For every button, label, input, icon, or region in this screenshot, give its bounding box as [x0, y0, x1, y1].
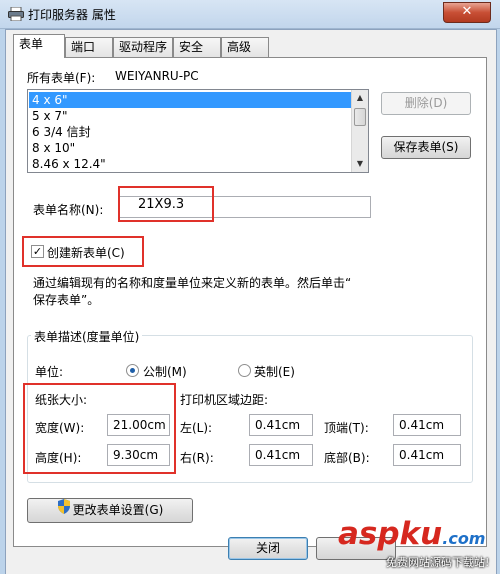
- check-icon: ✓: [32, 245, 43, 258]
- aspku-watermark-logo: aspku.com 免费网站源码下载站!: [338, 516, 490, 569]
- forms-listbox[interactable]: 4 x 6" 5 x 7" 6 3/4 信封 8 x 10" 8.46 x 12…: [27, 89, 369, 173]
- tab-security[interactable]: 安全: [173, 37, 221, 57]
- list-item[interactable]: 5 x 7": [29, 108, 351, 124]
- close-window-button[interactable]: ✕: [443, 2, 491, 23]
- width-label: 宽度(W):: [35, 421, 85, 435]
- top-margin-input[interactable]: 0.41cm: [393, 414, 461, 436]
- uac-shield-icon: [57, 499, 71, 522]
- bottom-margin-input[interactable]: 0.41cm: [393, 444, 461, 466]
- unit-label: 单位:: [35, 365, 64, 379]
- left-margin-label: 左(L):: [180, 421, 213, 435]
- list-item[interactable]: 8 x 10": [29, 140, 351, 156]
- vertical-scrollbar[interactable]: ▲ ▼: [351, 90, 368, 172]
- instruction-text: 通过编辑现有的名称和度量单位来定义新的表单。然后单击“ 保存表单”。: [33, 276, 352, 307]
- bottom-margin-label: 底部(B):: [324, 451, 370, 465]
- tab-advanced[interactable]: 高级: [221, 37, 269, 57]
- scroll-down-arrow-icon[interactable]: ▼: [352, 156, 368, 172]
- group-legend: 表单描述(度量单位): [31, 328, 143, 345]
- form-name-label: 表单名称(N):: [33, 203, 104, 217]
- list-item[interactable]: 8.46 x 12.4": [29, 156, 351, 172]
- close-icon: ✕: [461, 4, 473, 19]
- paper-size-label: 纸张大小:: [35, 393, 88, 407]
- create-new-form-label[interactable]: 创建新表单(C): [47, 244, 125, 261]
- right-margin-label: 右(R):: [180, 451, 214, 465]
- form-name-value: 21X9.3: [138, 197, 185, 212]
- left-margin-input[interactable]: 0.41cm: [249, 414, 313, 436]
- create-new-form-checkbox[interactable]: ✓: [31, 245, 44, 258]
- right-margin-input[interactable]: 0.41cm: [249, 444, 313, 466]
- save-form-button[interactable]: 保存表单(S): [381, 136, 471, 159]
- printer-margins-label: 打印机区域边距:: [180, 393, 269, 407]
- all-forms-label: 所有表单(F):: [27, 71, 96, 85]
- width-input[interactable]: 21.00cm: [107, 414, 170, 436]
- change-form-settings-button[interactable]: 更改表单设置(G): [27, 498, 193, 523]
- list-item[interactable]: 6 3/4 信封: [29, 124, 351, 140]
- top-margin-label: 顶端(T):: [324, 421, 369, 435]
- scroll-up-arrow-icon[interactable]: ▲: [352, 90, 368, 106]
- close-button[interactable]: 关闭: [228, 537, 308, 560]
- delete-button[interactable]: 删除(D): [381, 92, 471, 115]
- server-name: WEIYANRU-PC: [115, 69, 199, 83]
- window-title: 打印服务器 属性: [28, 8, 116, 22]
- height-label: 高度(H):: [35, 451, 82, 465]
- imperial-label[interactable]: 英制(E): [254, 363, 295, 380]
- tab-drivers[interactable]: 驱动程序: [113, 37, 173, 57]
- list-item[interactable]: 4 x 6": [29, 92, 351, 108]
- imperial-radio[interactable]: [238, 364, 251, 377]
- metric-radio[interactable]: [126, 364, 139, 377]
- metric-label[interactable]: 公制(M): [143, 363, 187, 380]
- tab-ports[interactable]: 端口: [65, 37, 113, 57]
- scroll-thumb[interactable]: [354, 108, 366, 126]
- tab-forms[interactable]: 表单: [13, 34, 65, 58]
- printer-icon: [8, 6, 24, 22]
- height-input[interactable]: 9.30cm: [107, 444, 170, 466]
- title-bar: 打印服务器 属性 ✕: [0, 0, 500, 29]
- radio-selected-dot: [130, 368, 135, 373]
